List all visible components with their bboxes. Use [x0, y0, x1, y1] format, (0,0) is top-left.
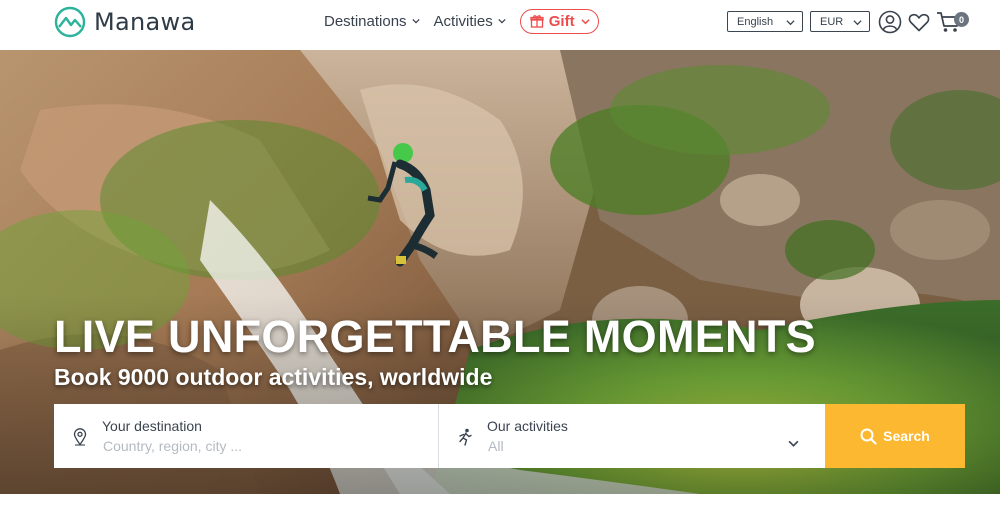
location-pin-icon — [73, 428, 87, 446]
user-account-icon[interactable] — [878, 10, 902, 34]
chevron-down-icon — [853, 20, 862, 26]
heart-icon[interactable] — [907, 10, 931, 34]
activities-value: All — [488, 438, 504, 454]
gift-icon — [530, 15, 544, 28]
running-person-icon — [459, 428, 472, 446]
destination-label: Your destination — [102, 418, 202, 434]
nav-destinations[interactable]: Destinations — [324, 13, 420, 30]
gift-label: Gift — [548, 12, 575, 30]
mountain-logo-icon — [54, 6, 86, 38]
chevron-down-icon — [498, 18, 506, 24]
search-button-label: Search — [883, 428, 930, 444]
activities-label: Our activities — [487, 418, 568, 434]
language-select[interactable]: English — [727, 11, 803, 32]
currency-value: EUR — [820, 15, 844, 28]
chevron-down-icon — [580, 18, 590, 24]
chevron-down-icon — [786, 20, 795, 26]
brand-name: Manawa — [94, 8, 196, 36]
hero-headline: LIVE UNFORGETTABLE MOMENTS — [54, 311, 816, 362]
language-value: English — [737, 15, 774, 28]
destination-field[interactable]: Your destination — [54, 404, 439, 468]
nav-activities[interactable]: Activities — [434, 13, 506, 30]
nav-destinations-label: Destinations — [324, 12, 407, 30]
destination-input[interactable] — [103, 438, 403, 454]
chevron-down-icon — [411, 18, 420, 24]
main-nav: Destinations Activities Gift — [324, 8, 599, 34]
search-icon — [860, 428, 877, 445]
activities-field[interactable]: Our activities All — [439, 404, 825, 468]
cart-count-badge: 0 — [954, 12, 969, 27]
activity-search-bar: Your destination Our activities All Sear… — [54, 404, 965, 468]
top-header: Manawa Destinations Activities Gift Engl… — [0, 0, 1000, 48]
gift-button[interactable]: Gift — [519, 8, 599, 34]
chevron-down-icon — [788, 440, 799, 447]
search-button[interactable]: Search — [825, 404, 965, 468]
nav-activities-label: Activities — [433, 12, 493, 30]
hero-subheadline: Book 9000 outdoor activities, worldwide — [54, 364, 493, 390]
currency-select[interactable]: EUR — [810, 11, 870, 32]
brand-logo[interactable]: Manawa — [54, 5, 195, 39]
